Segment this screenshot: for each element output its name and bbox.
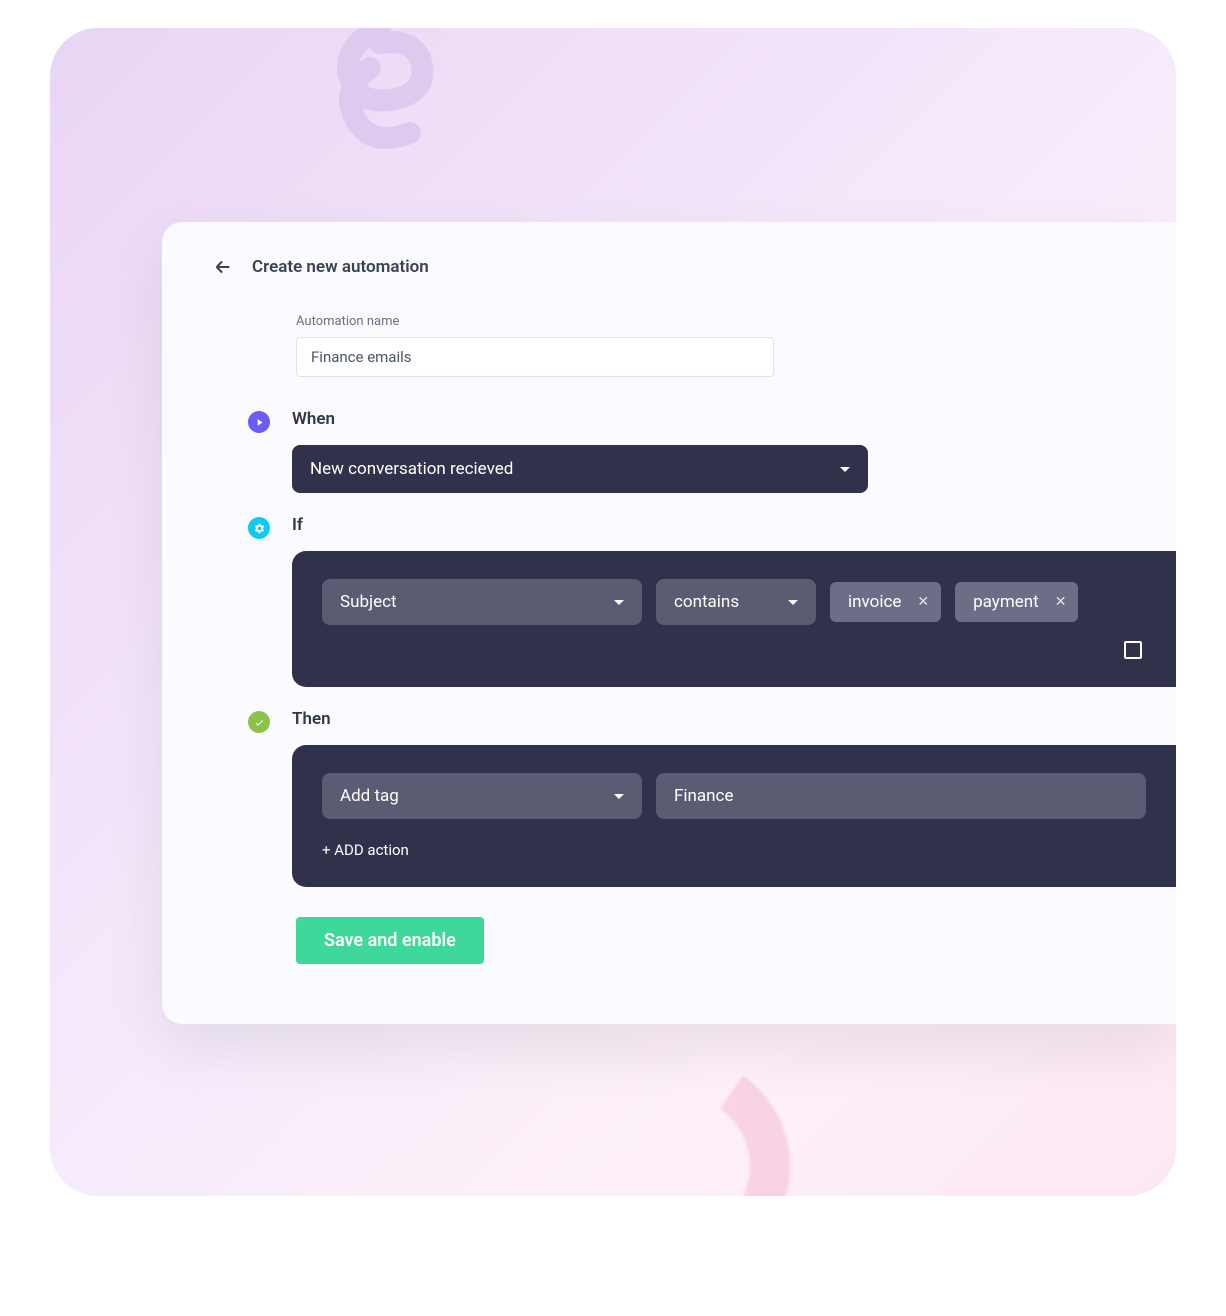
decoration-ring	[553, 1039, 808, 1196]
gear-icon	[248, 517, 270, 539]
condition-checkbox[interactable]	[1124, 641, 1142, 659]
condition-tags: invoice ✕ payment ✕	[830, 582, 1146, 622]
trigger-select[interactable]: New conversation recieved	[292, 445, 868, 493]
automation-panel: Create new automation Automation name Wh…	[162, 222, 1176, 1024]
save-button[interactable]: Save and enable	[296, 917, 484, 964]
tag-label: invoice	[848, 592, 901, 612]
decoration-spiral	[280, 28, 480, 188]
when-label: When	[292, 409, 1126, 429]
condition-card: Subject contains invoice ✕	[292, 551, 1176, 687]
trigger-value: New conversation recieved	[310, 459, 513, 479]
chevron-down-icon	[840, 467, 850, 472]
play-icon	[248, 411, 270, 433]
chevron-down-icon	[614, 600, 624, 605]
page-title: Create new automation	[252, 257, 429, 277]
close-icon[interactable]: ✕	[1055, 594, 1067, 610]
panel-header: Create new automation	[212, 256, 1126, 278]
action-type-select[interactable]: Add tag	[322, 773, 642, 819]
condition-field-select[interactable]: Subject	[322, 579, 642, 625]
if-section: If Subject contains	[248, 515, 1126, 687]
tag-chip: payment ✕	[955, 582, 1078, 622]
back-arrow-icon[interactable]	[212, 256, 234, 278]
automation-name-label: Automation name	[296, 314, 1126, 329]
tag-chip: invoice ✕	[830, 582, 941, 622]
close-icon[interactable]: ✕	[917, 594, 929, 610]
condition-field-value: Subject	[340, 592, 397, 612]
action-value-input[interactable]: Finance	[656, 773, 1146, 819]
automation-name-input[interactable]	[296, 337, 774, 377]
chevron-down-icon	[614, 794, 624, 799]
chevron-down-icon	[788, 600, 798, 605]
when-section: When New conversation recieved	[248, 409, 1126, 493]
add-action-button[interactable]: + ADD action	[322, 841, 1146, 859]
tag-label: payment	[973, 592, 1039, 612]
then-section: Then Add tag Finance + ADD action	[248, 709, 1126, 887]
then-label: Then	[292, 709, 1126, 729]
action-card: Add tag Finance + ADD action	[292, 745, 1176, 887]
condition-operator-select[interactable]: contains	[656, 579, 816, 625]
background-gradient: Create new automation Automation name Wh…	[50, 28, 1176, 1196]
action-type-value: Add tag	[340, 786, 399, 806]
condition-operator-value: contains	[674, 592, 739, 612]
if-label: If	[292, 515, 1126, 535]
check-icon	[248, 711, 270, 733]
